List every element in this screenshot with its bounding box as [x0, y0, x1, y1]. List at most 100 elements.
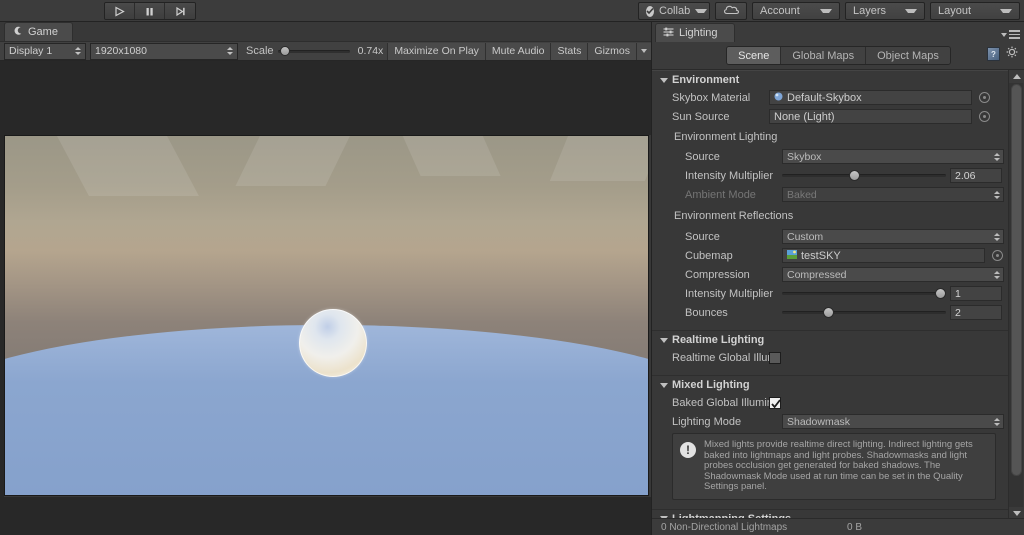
bounces-slider[interactable]	[782, 305, 946, 320]
foldout-mixed-lighting[interactable]: Mixed Lighting	[652, 376, 1008, 394]
scale-control[interactable]: Scale 0.74x	[238, 45, 387, 57]
refl-intensity-value-field[interactable]: 1	[950, 286, 1002, 301]
baked-gi-checkbox[interactable]	[769, 396, 781, 409]
baked-gi-label: Baked Global Illuminat	[672, 396, 769, 409]
cubemap-picker-icon[interactable]	[992, 250, 1003, 261]
gizmos-button[interactable]: Gizmos	[587, 42, 636, 60]
refl-source-dropdown[interactable]: Custom	[782, 229, 1004, 244]
unity-editor-window: Collab Account Layers Layout Game Displa…	[0, 0, 1024, 535]
foldout-realtime-lighting[interactable]: Realtime Lighting	[652, 331, 1008, 349]
slider-knob[interactable]	[934, 288, 946, 299]
scale-slider[interactable]	[277, 45, 350, 57]
sun-source-field[interactable]: None (Light)	[769, 109, 972, 124]
mode-button-group: Scene Global Maps Object Maps	[726, 46, 951, 65]
ambient-mode-dropdown: Baked	[782, 187, 1004, 202]
updown-icon	[994, 152, 1000, 161]
layout-button[interactable]: Layout	[930, 2, 1020, 20]
chevron-down-icon	[695, 9, 708, 13]
game-view-backdrop-top	[0, 61, 651, 135]
game-icon	[14, 26, 23, 39]
lighting-settings-content: Environment Skybox Material Default-Skyb…	[652, 70, 1008, 520]
tab-game[interactable]: Game	[4, 22, 73, 41]
foldout-environment[interactable]: Environment	[652, 71, 1008, 89]
refl-intensity-slider[interactable]	[782, 286, 946, 301]
step-button[interactable]	[165, 3, 195, 19]
account-label: Account	[760, 5, 800, 17]
skybox-material-field[interactable]: Default-Skybox	[769, 90, 972, 105]
panel-menu-button[interactable]	[1001, 30, 1020, 41]
tab-global-maps[interactable]: Global Maps	[781, 47, 867, 64]
slider-knob[interactable]	[823, 307, 834, 318]
resolution-dropdown[interactable]: 1920x1080	[90, 42, 238, 60]
layout-label: Layout	[938, 5, 972, 17]
pause-button[interactable]	[135, 3, 165, 19]
lighting-panel-scrollbar[interactable]	[1008, 70, 1024, 520]
chevron-down-icon	[1000, 9, 1012, 13]
compression-dropdown[interactable]: Compressed	[782, 267, 1004, 282]
realtime-gi-checkbox[interactable]	[769, 351, 781, 364]
tab-scene-label: Scene	[738, 49, 770, 62]
display-dropdown[interactable]: Display 1	[4, 42, 86, 60]
lighting-status-bar: 0 Non-Directional Lightmaps 0 B	[652, 518, 1024, 535]
gizmos-dropdown[interactable]	[636, 42, 651, 60]
display-value: Display 1	[9, 45, 53, 57]
ambient-mode-value: Baked	[787, 188, 817, 201]
gizmos-label: Gizmos	[594, 45, 630, 57]
check-icon	[646, 5, 654, 17]
skybox-material-picker-icon[interactable]	[979, 92, 990, 103]
scale-label: Scale	[246, 45, 274, 57]
env-intensity-value: 2.06	[955, 169, 976, 182]
realtime-lighting-title: Realtime Lighting	[672, 334, 765, 346]
sun-source-value: None (Light)	[774, 110, 835, 123]
row-skybox-material: Skybox Material Default-Skybox	[652, 89, 1008, 106]
scroll-up-button[interactable]	[1009, 70, 1024, 83]
info-icon: !	[680, 442, 696, 458]
mixed-lighting-help-box: ! Mixed lights provide realtime direct l…	[672, 433, 996, 500]
arrow-up-icon	[1012, 74, 1021, 79]
stats-button[interactable]: Stats	[550, 42, 588, 60]
sun-source-picker-icon[interactable]	[979, 111, 990, 122]
scrollbar-thumb[interactable]	[1011, 84, 1022, 476]
lighting-mode-dropdown[interactable]: Shadowmask	[782, 414, 1004, 429]
slider-knob[interactable]	[849, 170, 861, 181]
mixed-lighting-help-text: Mixed lights provide realtime direct lig…	[704, 439, 973, 492]
layers-label: Layers	[853, 5, 887, 17]
tab-scene[interactable]: Scene	[727, 47, 782, 64]
row-reflections-header: Environment Reflections	[652, 205, 1008, 226]
mute-audio-button[interactable]: Mute Audio	[484, 42, 551, 60]
skybox-material-label: Skybox Material	[672, 91, 751, 104]
scale-slider-knob[interactable]	[279, 46, 290, 56]
env-intensity-value-field[interactable]: 2.06	[950, 168, 1002, 183]
gear-icon[interactable]	[1006, 46, 1019, 62]
resolution-value: 1920x1080	[95, 45, 147, 57]
env-intensity-slider[interactable]	[782, 168, 946, 183]
cubemap-field[interactable]: testSKY	[782, 248, 985, 263]
collab-button[interactable]: Collab	[638, 2, 710, 20]
play-button[interactable]	[105, 3, 135, 19]
lighting-settings-scroll-area[interactable]: Environment Skybox Material Default-Skyb…	[652, 70, 1024, 520]
row-bounces: Bounces 2	[652, 304, 1008, 321]
sun-source-label: Sun Source	[672, 110, 730, 123]
lighting-panel: Lighting Scene Global Maps Object Maps ?	[651, 22, 1024, 535]
book-icon[interactable]: ?	[987, 47, 1000, 61]
game-tab-row: Game	[0, 22, 651, 41]
env-intensity-label: Intensity Multiplier	[685, 169, 774, 182]
game-render-surface[interactable]	[4, 135, 649, 496]
tab-lighting[interactable]: Lighting	[655, 23, 735, 42]
panel-icon-group: ?	[987, 46, 1019, 62]
slider-track	[782, 174, 946, 177]
env-source-label: Source	[685, 150, 720, 163]
mute-label: Mute Audio	[491, 45, 545, 57]
layers-button[interactable]: Layers	[845, 2, 925, 20]
maximize-on-play-button[interactable]: Maximize On Play	[387, 42, 485, 60]
cloud-button[interactable]	[715, 2, 747, 20]
compression-label: Compression	[685, 268, 750, 281]
bounces-value-field[interactable]: 2	[950, 305, 1002, 320]
playback-controls	[104, 2, 196, 20]
row-env-intensity: Intensity Multiplier 2.06	[652, 167, 1008, 184]
cloud-icon	[723, 4, 740, 18]
lighting-mode-value: Shadowmask	[787, 415, 851, 428]
tab-object-maps[interactable]: Object Maps	[866, 47, 950, 64]
account-button[interactable]: Account	[752, 2, 840, 20]
env-source-dropdown[interactable]: Skybox	[782, 149, 1004, 164]
